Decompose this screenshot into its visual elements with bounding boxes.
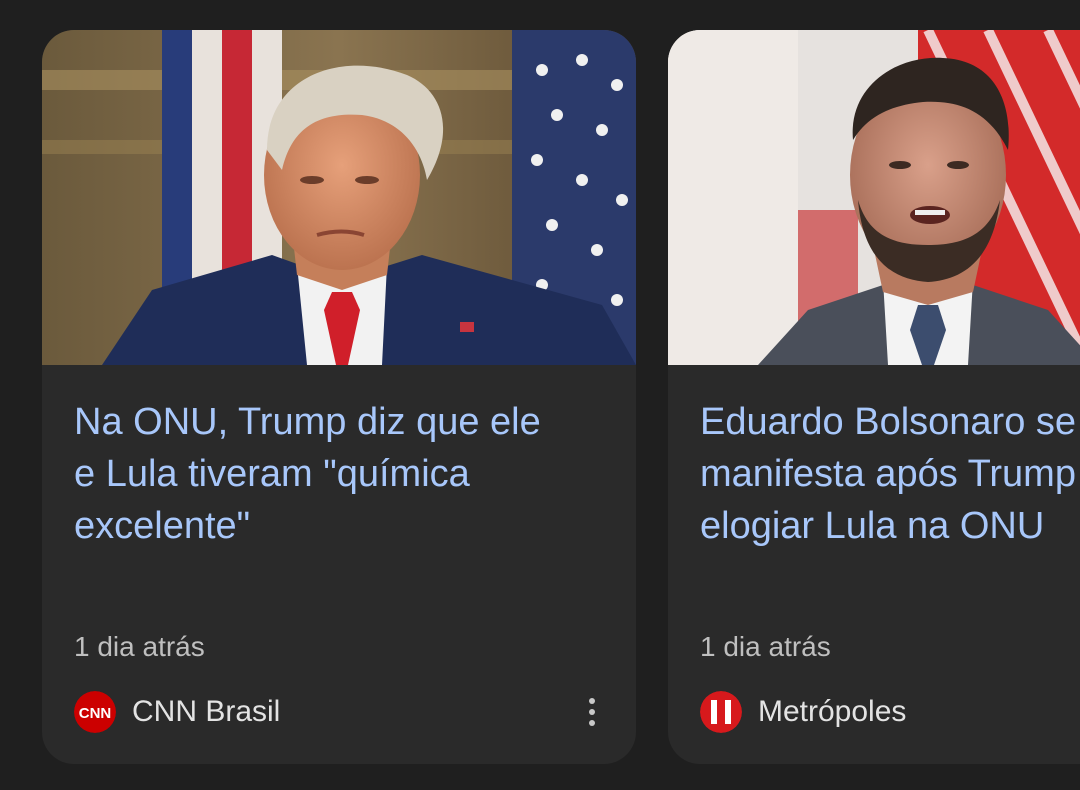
metropoles-logo-icon [700, 691, 742, 733]
article-thumbnail[interactable] [668, 30, 1080, 365]
eduardo-bolsonaro-photo [668, 30, 1080, 365]
article-headline[interactable]: Na ONU, Trump diz que ele e Lula tiveram… [74, 396, 634, 552]
trump-photo [42, 30, 636, 365]
news-card[interactable]: Eduardo Bolsonaro se manifesta após Trum… [668, 30, 1080, 764]
source-name: Metrópoles [758, 695, 907, 728]
more-options-button[interactable] [578, 692, 606, 732]
article-source: CNN CNN Brasil [74, 690, 280, 734]
svg-text:CNN: CNN [79, 705, 112, 722]
more-vert-icon [589, 698, 595, 704]
cnn-logo-icon: CNN [74, 691, 116, 733]
news-carousel: Na ONU, Trump diz que ele e Lula tiveram… [0, 0, 1080, 790]
source-name: CNN Brasil [132, 695, 281, 728]
article-time: 1 dia atrás [700, 631, 831, 662]
article-source: Metrópoles [700, 690, 906, 734]
article-time: 1 dia atrás [74, 631, 205, 662]
article-thumbnail[interactable] [42, 30, 636, 365]
article-headline[interactable]: Eduardo Bolsonaro se manifesta após Trum… [700, 396, 1080, 552]
news-card[interactable]: Na ONU, Trump diz que ele e Lula tiveram… [42, 30, 636, 764]
